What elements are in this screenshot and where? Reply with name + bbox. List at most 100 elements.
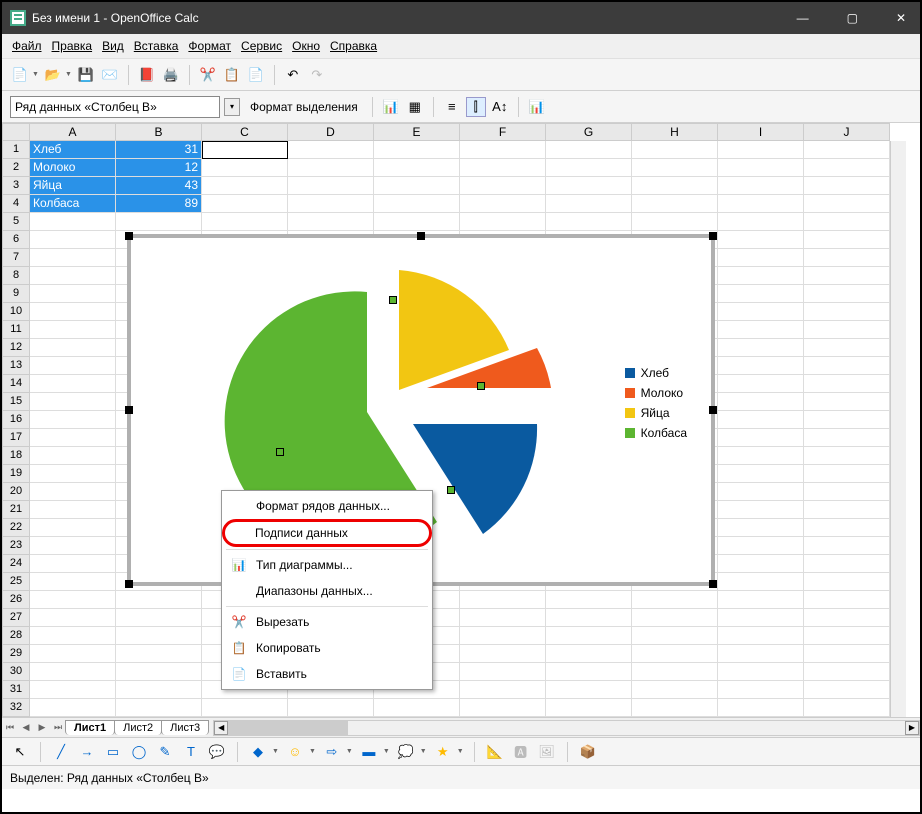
row-header[interactable]: 32 [2, 699, 30, 717]
chart-legend[interactable]: Хлеб Молоко Яйца Колбаса [625, 366, 687, 446]
cell[interactable] [30, 375, 116, 393]
row-header[interactable]: 9 [2, 285, 30, 303]
menu-window[interactable]: Окно [292, 39, 320, 53]
cell[interactable] [288, 141, 374, 159]
ctx-chart-type[interactable]: 📊 Тип диаграммы... [222, 552, 432, 578]
cell[interactable] [116, 609, 202, 627]
ctx-data-labels[interactable]: Подписи данных [222, 519, 432, 547]
row-header[interactable]: 5 [2, 213, 30, 231]
cell[interactable] [116, 681, 202, 699]
cell[interactable] [804, 483, 890, 501]
cell[interactable] [116, 699, 202, 717]
basic-shapes-icon[interactable]: ◆ [248, 742, 268, 762]
cell[interactable] [546, 645, 632, 663]
row-header[interactable]: 4 [2, 195, 30, 213]
col-header-g[interactable]: G [546, 123, 632, 141]
cell[interactable] [804, 429, 890, 447]
scroll-thumb[interactable] [228, 721, 348, 735]
resize-handle-se[interactable] [709, 580, 717, 588]
vertical-scrollbar[interactable] [890, 141, 906, 717]
cell[interactable] [30, 627, 116, 645]
cell[interactable] [804, 231, 890, 249]
row-header[interactable]: 7 [2, 249, 30, 267]
cell[interactable] [632, 681, 718, 699]
horizontal-scrollbar[interactable]: ◀ ▶ [213, 720, 920, 736]
callout-icon[interactable]: 💬 [207, 742, 227, 762]
col-header-f[interactable]: F [460, 123, 546, 141]
cell[interactable] [30, 645, 116, 663]
stars-icon[interactable]: ★ [433, 742, 453, 762]
menu-view[interactable]: Вид [102, 39, 124, 53]
cell[interactable] [718, 393, 804, 411]
cell[interactable] [718, 213, 804, 231]
row-header[interactable]: 30 [2, 663, 30, 681]
cell[interactable] [718, 177, 804, 195]
cell[interactable] [718, 663, 804, 681]
cell[interactable] [202, 699, 288, 717]
hgrid-icon[interactable]: ≡ [442, 97, 462, 117]
cell[interactable] [30, 303, 116, 321]
cell[interactable] [718, 699, 804, 717]
row-header[interactable]: 16 [2, 411, 30, 429]
text-icon[interactable]: T [181, 742, 201, 762]
ctx-format-series[interactable]: Формат рядов данных... [222, 493, 432, 519]
row-header[interactable]: 28 [2, 627, 30, 645]
col-header-a[interactable]: A [30, 123, 116, 141]
col-header-e[interactable]: E [374, 123, 460, 141]
menu-insert[interactable]: Вставка [134, 39, 179, 53]
cell[interactable] [718, 645, 804, 663]
cell[interactable] [30, 321, 116, 339]
cells-area[interactable]: Хлеб31Молоко12Яйца43Колбаса89 [30, 141, 890, 717]
row-header[interactable]: 12 [2, 339, 30, 357]
cell[interactable] [804, 537, 890, 555]
col-header-c[interactable]: C [202, 123, 288, 141]
cell[interactable] [116, 663, 202, 681]
cell[interactable] [546, 159, 632, 177]
cell[interactable] [804, 267, 890, 285]
cell[interactable] [116, 591, 202, 609]
cell[interactable] [632, 159, 718, 177]
close-button[interactable]: ✕ [890, 11, 912, 25]
minimize-button[interactable]: — [791, 11, 815, 25]
format-selection-button[interactable]: Формат выделения [250, 100, 358, 114]
cell[interactable]: Колбаса [30, 195, 116, 213]
cell[interactable] [718, 573, 804, 591]
cell[interactable] [202, 195, 288, 213]
cell[interactable] [374, 159, 460, 177]
line-icon[interactable]: ╱ [51, 742, 71, 762]
cell[interactable] [718, 195, 804, 213]
cell[interactable] [30, 411, 116, 429]
cell[interactable] [116, 627, 202, 645]
row-header[interactable]: 6 [2, 231, 30, 249]
cell[interactable] [632, 645, 718, 663]
new-doc-icon[interactable]: 📄 [10, 65, 30, 85]
freeform-icon[interactable]: ✎ [155, 742, 175, 762]
rect-icon[interactable]: ▭ [103, 742, 123, 762]
cell[interactable] [288, 177, 374, 195]
cell[interactable] [30, 699, 116, 717]
cell[interactable] [546, 627, 632, 645]
cell[interactable] [546, 195, 632, 213]
cell[interactable] [804, 573, 890, 591]
tab-nav-prev[interactable]: ◀ [18, 722, 34, 733]
cell[interactable] [804, 213, 890, 231]
row-header[interactable]: 10 [2, 303, 30, 321]
cell[interactable] [804, 321, 890, 339]
cell[interactable] [460, 645, 546, 663]
col-header-j[interactable]: J [804, 123, 890, 141]
cell[interactable] [374, 177, 460, 195]
copy-icon[interactable]: 📋 [222, 65, 242, 85]
cell[interactable] [718, 537, 804, 555]
cell[interactable]: Яйца [30, 177, 116, 195]
data-point-handle[interactable] [276, 448, 284, 456]
cell[interactable] [460, 663, 546, 681]
cell[interactable] [202, 141, 288, 159]
cell[interactable] [804, 447, 890, 465]
cell[interactable] [718, 285, 804, 303]
cell[interactable] [30, 393, 116, 411]
cell[interactable] [718, 555, 804, 573]
resize-handle-sw[interactable] [125, 580, 133, 588]
cell[interactable] [718, 321, 804, 339]
row-header[interactable]: 8 [2, 267, 30, 285]
cell[interactable] [460, 177, 546, 195]
